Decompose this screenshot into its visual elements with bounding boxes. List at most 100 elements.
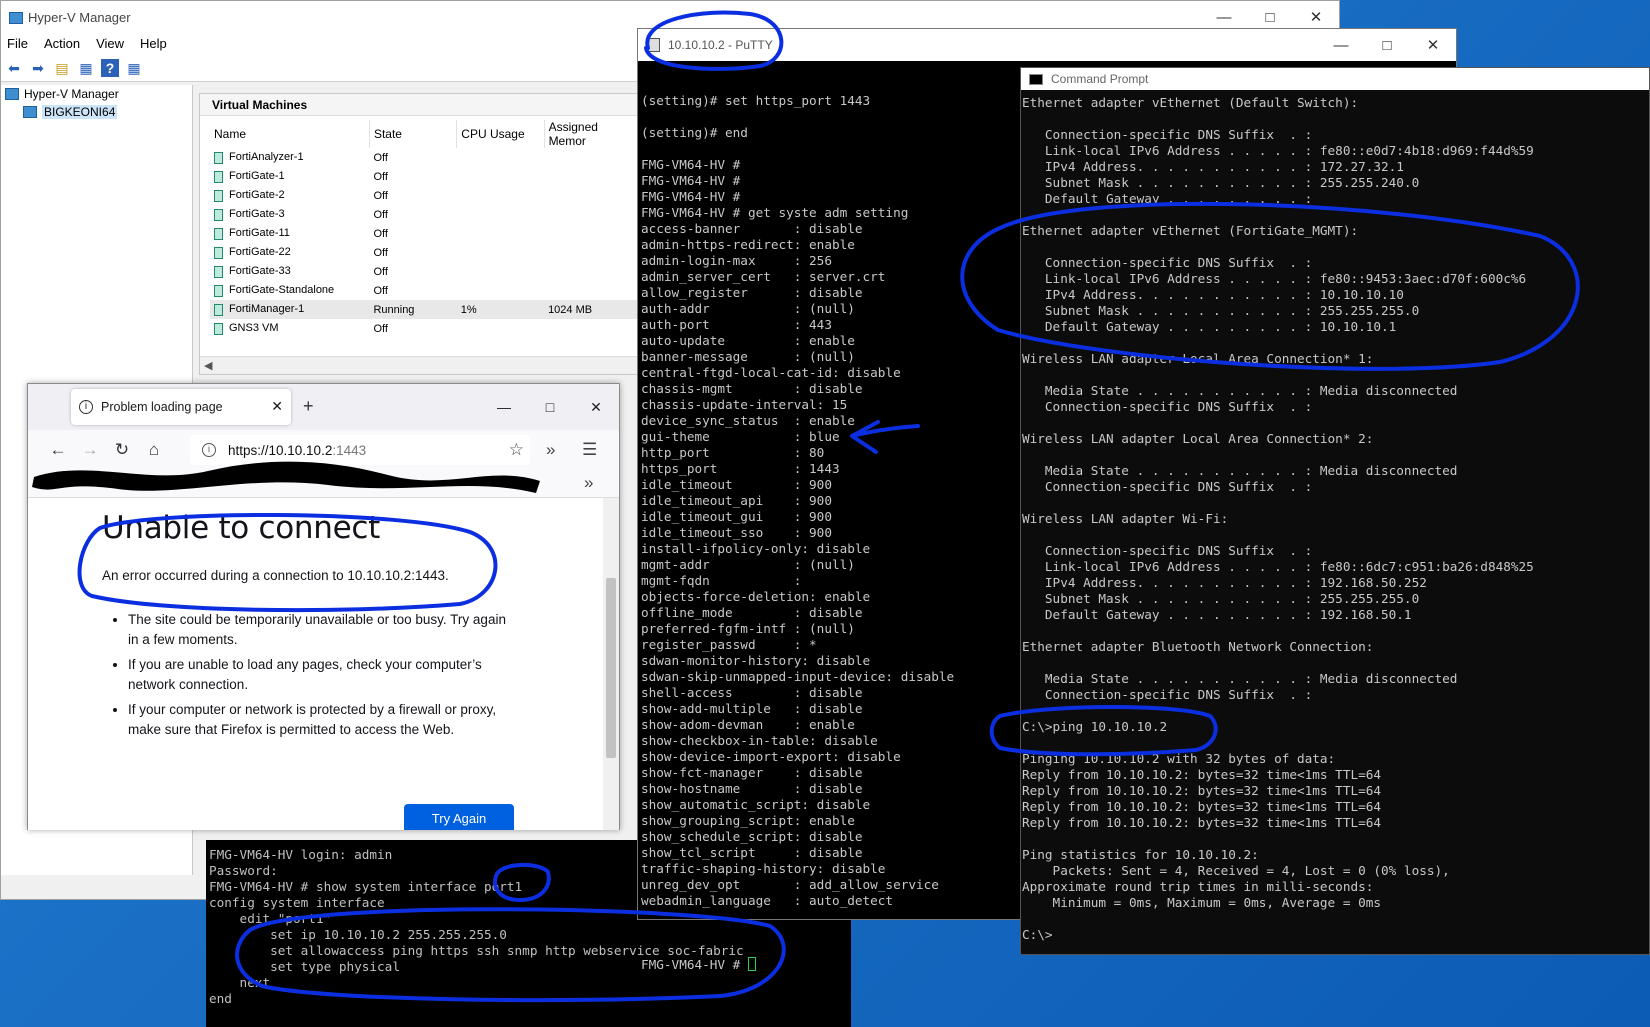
cmd-line: [1022, 367, 1534, 383]
vm-icon: [214, 151, 223, 164]
firefox-close-icon[interactable]: ✕: [573, 384, 619, 430]
vm-icon: [214, 284, 223, 297]
tab-problem-loading[interactable]: i Problem loading page ✕: [71, 389, 291, 425]
cmd-line: Packets: Sent = 4, Received = 4, Lost = …: [1022, 863, 1450, 878]
putty-line: traffic-shaping-history: disable: [641, 861, 886, 876]
cmd-line: Default Gateway . . . . . . . . . : 192.…: [1022, 607, 1412, 622]
cmd-line: [1022, 447, 1534, 463]
vm-name-cell: GNS3 VM: [210, 319, 369, 338]
col-cpu[interactable]: CPU Usage: [456, 120, 545, 148]
putty-line: webadmin_language : auto_detect: [641, 893, 894, 908]
cmd-app-icon: [1029, 73, 1043, 85]
scroll-thumb[interactable]: [606, 578, 616, 758]
help-icon[interactable]: ?: [101, 58, 119, 77]
cmd-line: IPv4 Address. . . . . . . . . . . : 192.…: [1022, 575, 1427, 590]
putty-maximize-icon[interactable]: □: [1364, 29, 1410, 62]
firefox-window-controls: — □ ✕: [481, 384, 619, 430]
folder-up-icon[interactable]: ▤: [53, 59, 71, 77]
cmd-line: [1022, 335, 1534, 351]
putty-close-icon[interactable]: ✕: [1410, 29, 1456, 62]
putty-line: show-device-import-export: disable: [641, 749, 901, 764]
putty-terminal[interactable]: (setting)# set https_port 1443 (setting)#…: [641, 61, 954, 1005]
putty-line: gui-theme : blue: [641, 429, 840, 444]
vm-icon: [214, 208, 223, 221]
hyperv-app-icon: [9, 11, 23, 24]
vm-state: Off: [373, 151, 388, 164]
terminal-cursor: [747, 957, 756, 971]
putty-line: show_grouping_script: enable: [641, 813, 855, 828]
scroll-left-icon[interactable]: ◀: [204, 360, 212, 372]
col-memory[interactable]: Assigned Memor: [544, 120, 639, 148]
vm-cpu: [457, 205, 544, 224]
vm-name: FortiGate-Standalone: [229, 284, 335, 297]
putty-title: 10.10.10.2 - PuTTY: [668, 38, 773, 52]
firefox-minimize-icon[interactable]: —: [481, 384, 527, 430]
vm-row[interactable]: FortiGate-3 Off: [210, 205, 638, 224]
putty-line: mgmt-addr : (null): [641, 557, 855, 572]
putty-prompt: FMG-VM64-HV #: [641, 957, 748, 972]
suggestion-item: If you are unable to load any pages, che…: [128, 655, 512, 694]
vm-state: Off: [373, 170, 388, 183]
vm-row[interactable]: FortiGate-33 Off: [210, 262, 638, 281]
page-vertical-scrollbar[interactable]: [603, 498, 619, 830]
firefox-maximize-icon[interactable]: □: [527, 384, 573, 430]
vm-row[interactable]: FortiGate-Standalone Off: [210, 281, 638, 300]
cmd-line: [1022, 207, 1534, 223]
vm-row[interactable]: FortiGate-11 Off: [210, 224, 638, 243]
cmd-line: C:\>: [1022, 927, 1053, 942]
cmd-line: Connection-specific DNS Suffix . :: [1022, 399, 1313, 414]
tree-root[interactable]: Hyper-V Manager: [1, 85, 192, 103]
vm-state: Off: [373, 322, 388, 335]
putty-line: preferred-fgfm-intf : (null): [641, 621, 855, 636]
menu-help[interactable]: Help: [140, 34, 167, 54]
action-pane-icon[interactable]: ▦: [125, 59, 143, 77]
menu-hamburger-icon[interactable]: ☰: [582, 440, 597, 460]
cmd-line: Ping statistics for 10.10.10.2:: [1022, 847, 1259, 862]
cmd-line: Default Gateway . . . . . . . . . : 10.1…: [1022, 319, 1397, 334]
putty-minimize-icon[interactable]: —: [1318, 29, 1364, 62]
cmd-line: [1022, 911, 1534, 927]
vm-row[interactable]: FortiGate-2 Off: [210, 186, 638, 205]
col-state[interactable]: State: [369, 120, 458, 148]
vm-name: FortiAnalyzer-1: [229, 151, 304, 164]
menu-view[interactable]: View: [96, 34, 124, 54]
info-icon: i: [79, 400, 93, 414]
putty-line: http_port : 80: [641, 445, 825, 460]
bookmarks-chevron-icon[interactable]: »: [584, 473, 593, 493]
virtual-machines-panel: Virtual Machines Name State CPU Usage As…: [199, 93, 639, 375]
vm-row[interactable]: FortiGate-22 Off: [210, 243, 638, 262]
cmd-line: Connection-specific DNS Suffix . :: [1022, 255, 1313, 270]
cmd-line: Ethernet adapter vEthernet (Default Swit…: [1022, 95, 1359, 110]
putty-line: FMG-VM64-HV #: [641, 189, 741, 204]
cmd-line: Media State . . . . . . . . . . . : Medi…: [1022, 383, 1458, 398]
tab-close-icon[interactable]: ✕: [271, 398, 283, 415]
putty-line: FMG-VM64-HV #: [641, 157, 741, 172]
vm-name-cell: FortiGate-11: [210, 224, 369, 243]
vm-row[interactable]: FortiManager-1 Running 1% 1024 MB: [210, 300, 638, 319]
cmd-line: [1022, 831, 1534, 847]
new-tab-icon[interactable]: +: [303, 396, 314, 417]
cmd-line: Minimum = 0ms, Maximum = 0ms, Average = …: [1022, 895, 1382, 910]
putty-line: [641, 141, 954, 157]
back-arrow-icon[interactable]: ⬅: [5, 59, 23, 77]
putty-line: auth-addr : (null): [641, 301, 855, 316]
putty-line: [641, 909, 954, 925]
tree-host[interactable]: BIGKEONI64: [1, 103, 192, 121]
vm-row[interactable]: GNS3 VM Off: [210, 319, 638, 338]
vm-memory: [544, 186, 637, 205]
show-hide-tree-icon[interactable]: ▦: [77, 59, 95, 77]
vm-horizontal-scrollbar[interactable]: ◀: [200, 356, 638, 374]
vm-name: FortiGate-1: [229, 170, 285, 183]
col-name[interactable]: Name: [210, 120, 370, 148]
hyperv-title: Hyper-V Manager: [28, 10, 131, 25]
cmd-titlebar: Command Prompt: [1021, 68, 1649, 90]
vm-row[interactable]: FortiGate-1 Off: [210, 167, 638, 186]
vm-row[interactable]: FortiAnalyzer-1 Off: [210, 148, 638, 167]
putty-line: sdwan-monitor-history: disable: [641, 653, 871, 668]
cmd-output[interactable]: Ethernet adapter vEthernet (Default Swit…: [1022, 95, 1534, 943]
menu-file[interactable]: File: [7, 34, 28, 54]
vm-memory: [544, 281, 637, 300]
forward-arrow-icon[interactable]: ➡: [29, 59, 47, 77]
menu-action[interactable]: Action: [44, 34, 80, 54]
try-again-button[interactable]: Try Again: [404, 804, 514, 830]
